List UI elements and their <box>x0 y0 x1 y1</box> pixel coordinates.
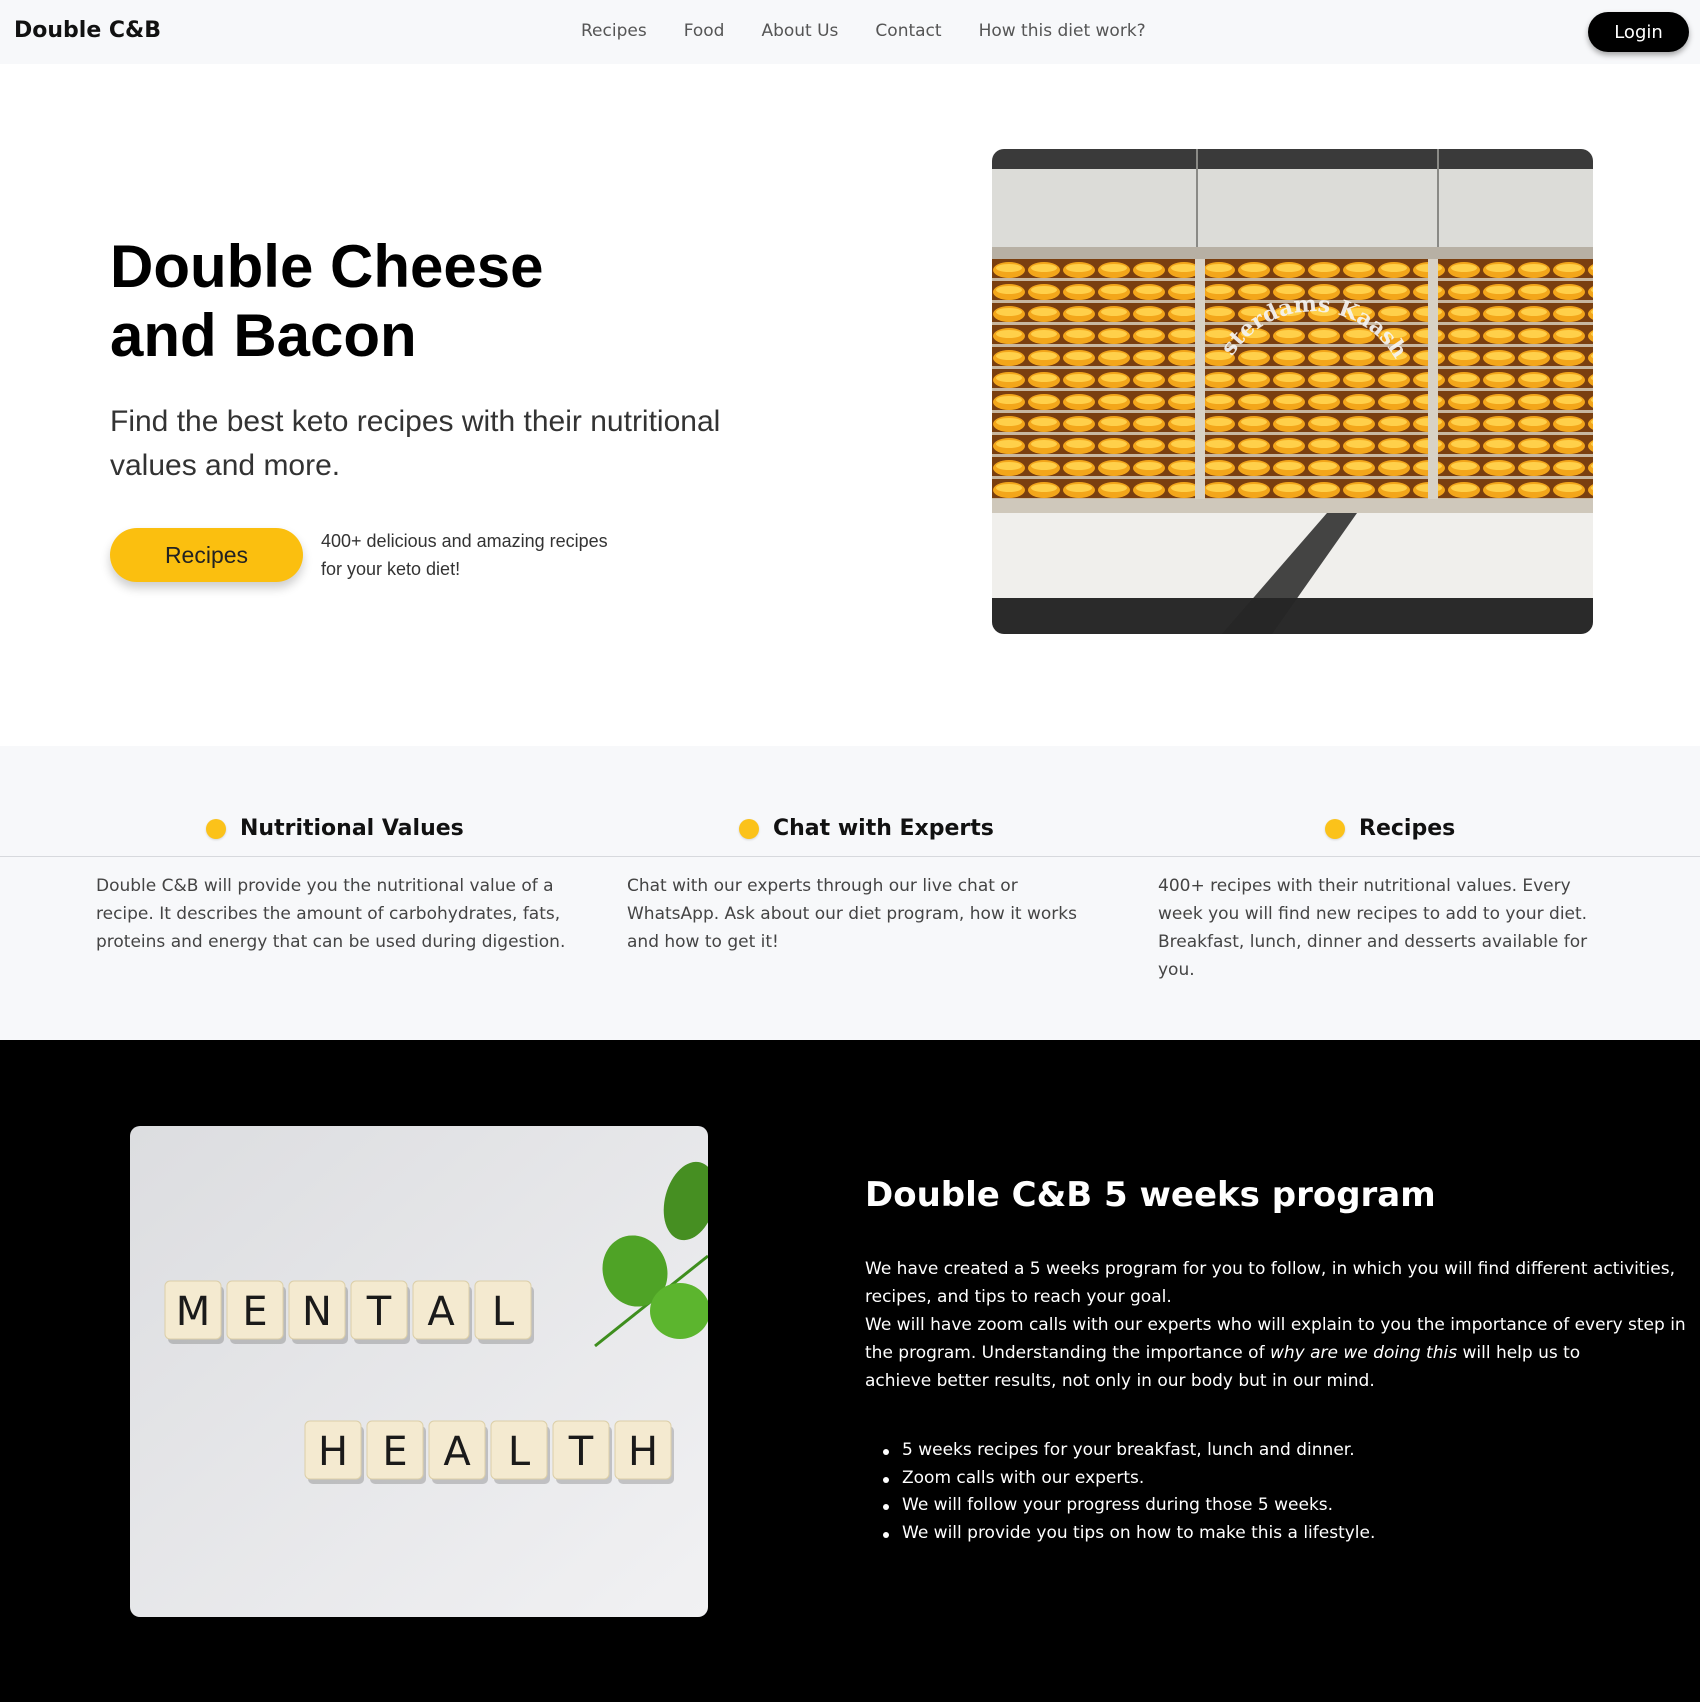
program-description: We have created a 5 weeks program for yo… <box>865 1255 1695 1395</box>
list-item: We will provide you tips on how to make … <box>865 1520 1665 1548</box>
feature-title: Recipes <box>1359 816 1456 841</box>
tile-letter: A <box>427 1289 455 1335</box>
program-desc-p3: achieve better results, not only in our … <box>865 1371 1375 1391</box>
tile-letter: A <box>443 1429 471 1475</box>
hero-note: 400+ delicious and amazing recipes for y… <box>321 527 641 583</box>
list-item: We will follow your progress during thos… <box>865 1492 1665 1520</box>
top-navbar: Double C&B Recipes Food About Us Contact… <box>0 0 1700 64</box>
feature-text: Double C&B will provide you the nutritio… <box>96 876 566 952</box>
program-bullet-list: 5 weeks recipes for your breakfast, lunc… <box>865 1437 1665 1547</box>
hero-title-line1: Double Cheese <box>110 233 544 300</box>
program-desc-italic: why are we doing this <box>1269 1343 1458 1363</box>
tile-letter: E <box>382 1429 407 1475</box>
nav-links: Recipes Food About Us Contact How this d… <box>581 21 1183 41</box>
nav-link-contact[interactable]: Contact <box>875 21 941 41</box>
tile-letter: T <box>366 1289 392 1335</box>
yellow-dot-icon <box>206 818 226 839</box>
feature-nutritional-values-heading: Nutritional Values <box>206 816 464 841</box>
hero-title: Double Cheese and Bacon <box>110 232 730 370</box>
tile-letter: L <box>508 1429 531 1475</box>
tile-letter: H <box>628 1429 658 1475</box>
feature-title: Nutritional Values <box>240 816 464 841</box>
tile-letter: T <box>568 1429 594 1475</box>
tile-letter: N <box>302 1289 332 1335</box>
feature-text: Chat with our experts through our live c… <box>627 876 1077 952</box>
yellow-dot-icon <box>739 818 759 839</box>
tile-letter: M <box>176 1289 211 1335</box>
nav-link-food[interactable]: Food <box>684 21 725 41</box>
nav-link-recipes[interactable]: Recipes <box>581 21 647 41</box>
features-section: Nutritional Values Double C&B will provi… <box>0 746 1700 1040</box>
feature-title: Chat with Experts <box>773 816 994 841</box>
list-item: Zoom calls with our experts. <box>865 1465 1665 1493</box>
tile-letter: H <box>318 1429 348 1475</box>
nav-link-how-diet-works[interactable]: How this diet work? <box>979 21 1146 41</box>
recipes-cta-button[interactable]: Recipes <box>110 528 303 582</box>
mental-health-image: MENTAL HEALTH <box>130 1126 708 1617</box>
program-title: Double C&B 5 weeks program <box>865 1175 1436 1215</box>
program-section: MENTAL HEALTH Double C&B 5 weeks program… <box>0 1040 1700 1702</box>
yellow-dot-icon <box>1325 818 1345 839</box>
tile-letter: E <box>242 1289 267 1335</box>
program-desc-p1: We have created a 5 weeks program for yo… <box>865 1259 1675 1307</box>
tile-letter: L <box>492 1289 515 1335</box>
features-divider <box>0 856 1700 857</box>
feature-text: 400+ recipes with their nutritional valu… <box>1158 876 1588 980</box>
feature-recipes-heading: Recipes <box>1325 816 1455 841</box>
list-item: 5 weeks recipes for your breakfast, lunc… <box>865 1437 1665 1465</box>
hero-title-line2: and Bacon <box>110 302 417 369</box>
brand-logo[interactable]: Double C&B <box>14 18 161 43</box>
hero-note-line2: for your keto diet! <box>321 559 461 579</box>
feature-chat-experts-heading: Chat with Experts <box>739 816 994 841</box>
program-desc-p2b: will help us to <box>1457 1343 1581 1363</box>
hero-subtitle: Find the best keto recipes with their nu… <box>110 405 721 482</box>
login-button[interactable]: Login <box>1588 12 1689 52</box>
hero-note-line1: 400+ delicious and amazing recipes <box>321 531 608 551</box>
nav-link-about-us[interactable]: About Us <box>761 21 838 41</box>
cheese-shop-image: Amsterdams Kaashuis <box>992 149 1593 634</box>
